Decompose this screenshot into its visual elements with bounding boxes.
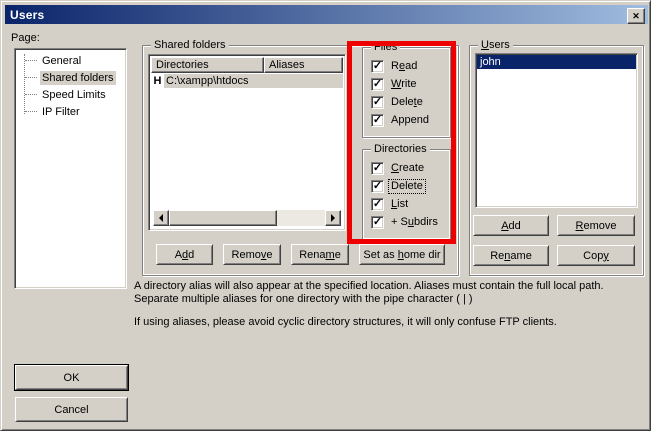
ok-button[interactable]: OK (15, 365, 128, 390)
checkbox-write[interactable]: ✓ Write (363, 75, 450, 93)
checkbox-checked-icon[interactable]: ✓ (371, 114, 384, 127)
page-label: Page: (11, 32, 40, 44)
directories-group-label: Directories (371, 143, 430, 155)
page-list: General Shared folders Speed Limits IP F… (14, 48, 127, 289)
checkbox-checked-icon[interactable]: ✓ (371, 78, 384, 91)
arrow-right-icon (331, 214, 339, 222)
scroll-left-button[interactable] (153, 210, 169, 226)
directories-listview[interactable]: Directories Aliases H C:\xampp\htdocs (148, 54, 346, 231)
scrollbar-track[interactable] (277, 210, 325, 226)
folder-remove-button[interactable]: Remove (223, 244, 281, 265)
scrollbar-thumb[interactable] (169, 210, 277, 226)
checkbox-list[interactable]: ✓ List (363, 195, 450, 213)
page-item-general[interactable]: General (15, 52, 126, 69)
tree-stub (25, 77, 37, 78)
user-add-button[interactable]: Add (473, 215, 549, 236)
users-list[interactable]: john (475, 53, 638, 208)
home-marker: H (151, 75, 164, 87)
checkbox-dir-delete[interactable]: ✓ Delete (363, 177, 450, 195)
directory-path: C:\xampp\htdocs (164, 74, 343, 88)
checkbox-file-delete[interactable]: ✓ Delete (363, 93, 450, 111)
folder-add-button[interactable]: Add (156, 244, 213, 265)
arrow-left-icon (155, 214, 163, 222)
directories-group: Directories ✓ Create ✓ Delete ✓ List ✓ +… (362, 149, 451, 240)
alias-warning-text: If using aliases, please avoid cyclic di… (134, 316, 648, 329)
checkbox-checked-icon[interactable]: ✓ (371, 60, 384, 73)
folder-rename-button[interactable]: Rename (291, 244, 349, 265)
column-header-directories[interactable]: Directories (151, 57, 264, 73)
titlebar[interactable]: Users ✕ (5, 5, 648, 24)
files-group-label: Files (371, 41, 400, 53)
checkbox-create[interactable]: ✓ Create (363, 159, 450, 177)
tree-stub (25, 111, 37, 112)
tree-stub (25, 60, 37, 61)
checkbox-checked-icon[interactable]: ✓ (371, 162, 384, 175)
shared-folders-group-label: Shared folders (151, 39, 229, 51)
user-copy-button[interactable]: Copy (557, 245, 635, 266)
checkbox-checked-icon[interactable]: ✓ (371, 216, 384, 229)
checkbox-append[interactable]: ✓ Append (363, 111, 450, 129)
user-remove-button[interactable]: Remove (557, 215, 635, 236)
close-button[interactable]: ✕ (627, 8, 645, 24)
window-title: Users (5, 8, 44, 22)
checkbox-read[interactable]: ✓ Read (363, 57, 450, 75)
close-icon: ✕ (632, 12, 640, 21)
user-rename-button[interactable]: Rename (473, 245, 549, 266)
column-header-aliases[interactable]: Aliases (264, 57, 343, 73)
directory-row[interactable]: H C:\xampp\htdocs (151, 73, 343, 89)
checkbox-checked-icon[interactable]: ✓ (371, 180, 384, 193)
checkbox-subdirs[interactable]: ✓ + Subdirs (363, 213, 450, 231)
user-item-john[interactable]: john (477, 55, 636, 69)
checkbox-checked-icon[interactable]: ✓ (371, 198, 384, 211)
scroll-right-button[interactable] (325, 210, 341, 226)
page-item-speed-limits[interactable]: Speed Limits (15, 86, 126, 103)
users-dialog: Users ✕ Page: General Shared folders Spe… (0, 0, 651, 431)
tree-stub (25, 94, 37, 95)
files-group: Files ✓ Read ✓ Write ✓ Delete ✓ Append (362, 47, 451, 138)
set-as-home-dir-button[interactable]: Set as home dir (359, 244, 445, 265)
alias-description-text: A directory alias will also appear at th… (134, 280, 648, 306)
users-group-label: Users (478, 39, 513, 51)
checkbox-checked-icon[interactable]: ✓ (371, 96, 384, 109)
page-item-ip-filter[interactable]: IP Filter (15, 103, 126, 120)
horizontal-scrollbar[interactable] (153, 210, 341, 226)
cancel-button[interactable]: Cancel (15, 397, 128, 422)
page-item-shared-folders[interactable]: Shared folders (15, 69, 126, 86)
